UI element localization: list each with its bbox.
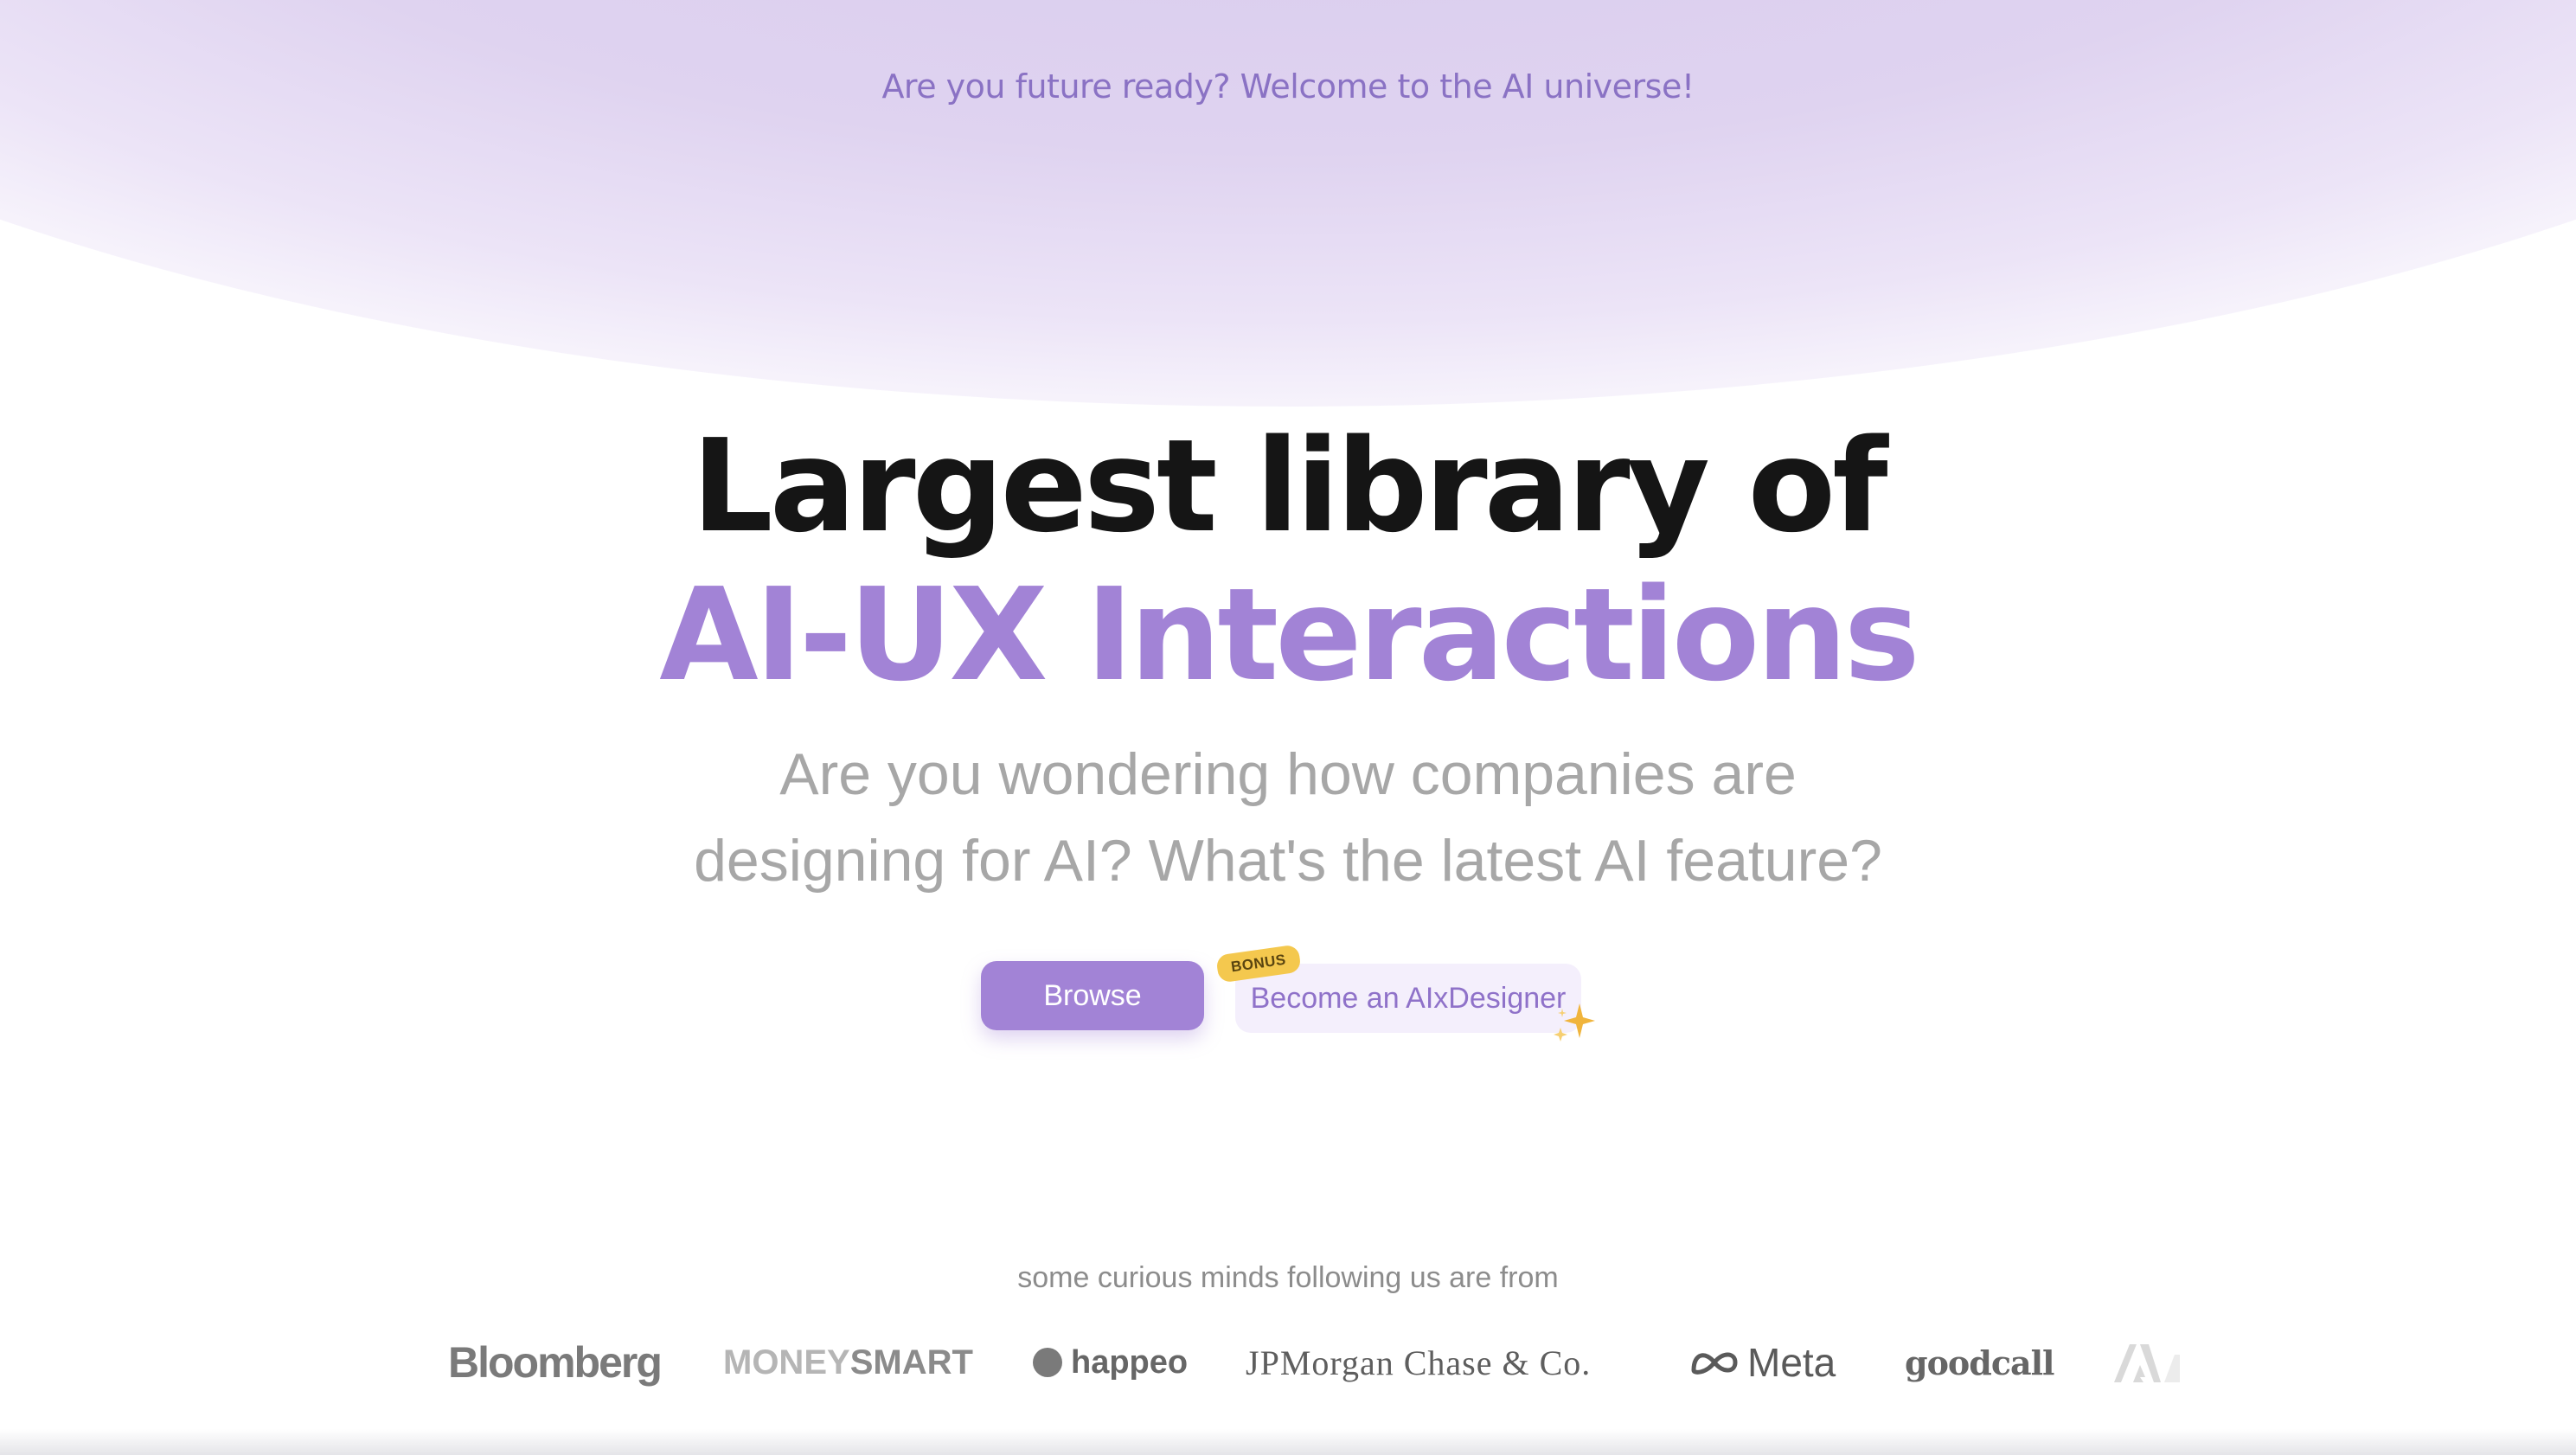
section-divider-shadow (0, 1429, 2576, 1455)
subtitle-line-1: Are you wondering how companies are (779, 741, 1797, 807)
goodcall-logo-text: goodcall (1905, 1343, 2054, 1382)
meta-infinity-icon (1691, 1352, 1738, 1375)
meta-logo: Meta (1688, 1336, 1836, 1388)
headline-line-2: AI-UX Interactions (659, 561, 1920, 709)
moneysmart-logo-money: MONEY (723, 1343, 850, 1381)
jpmorgan-logo-text: JPMorgan Chase & Co. (1246, 1343, 1592, 1382)
hero-subtitle: Are you wondering how companies are desi… (0, 731, 2576, 904)
landing-page: Are you future ready? Welcome to the AI … (0, 0, 2576, 1455)
bloomberg-logo-text: Bloomberg (448, 1338, 663, 1387)
jpmorgan-logo: JPMorgan Chase & Co. (1246, 1336, 1591, 1388)
moneysmart-logo: MONEY SMART (723, 1336, 973, 1388)
social-proof-caption: some curious minds following us are from (1017, 1261, 1559, 1294)
goodcall-logo: goodcall (1905, 1336, 2054, 1388)
hero-gradient-background (0, 0, 2576, 407)
sparkle-icon (1554, 1003, 1595, 1042)
become-aixdesigner-button[interactable]: Become an AIxDesigner (1235, 964, 1581, 1033)
moneysmart-logo-smart: SMART (849, 1343, 973, 1381)
happeo-leaf-icon (1033, 1348, 1062, 1377)
meta-logo-text: Meta (1747, 1340, 1836, 1385)
adobe-icon (2114, 1344, 2180, 1382)
subtitle-line-2: designing for AI? What's the latest AI f… (694, 828, 1882, 894)
announcement-text: Are you future ready? Welcome to the AI … (881, 67, 1695, 106)
adobe-logo (2111, 1336, 2180, 1388)
happeo-logo-text: happeo (1071, 1343, 1189, 1381)
bloomberg-logo: Bloomberg (448, 1336, 663, 1388)
happeo-logo: happeo (1033, 1336, 1188, 1388)
browse-button[interactable]: Browse (981, 961, 1204, 1030)
headline-line-1: Largest library of (691, 412, 1887, 561)
